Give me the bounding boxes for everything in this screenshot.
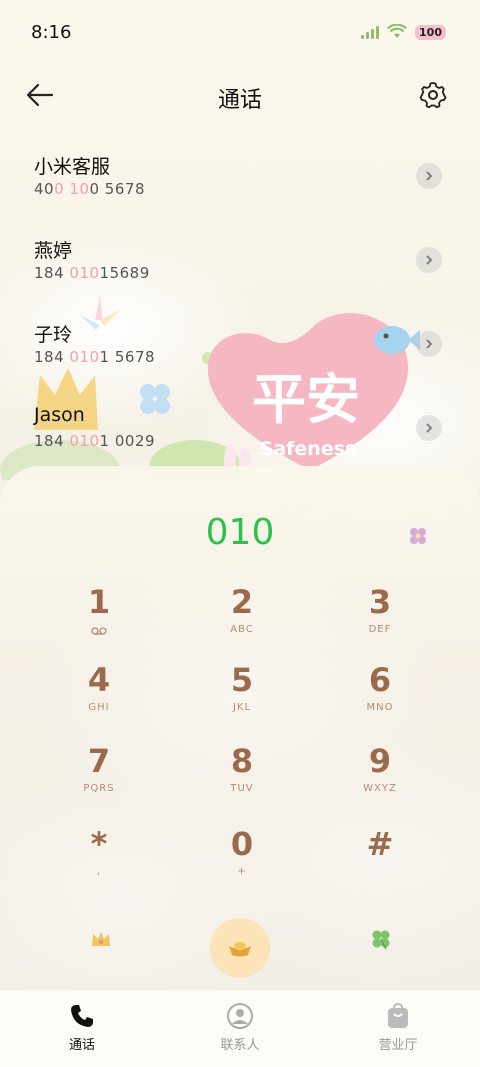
contact-name: Jason — [34, 404, 85, 426]
contact-number: 400 100 5678 — [34, 180, 145, 198]
dialpad-panel: 010 1 2 ABC 3 DEF 4 GHI 5 JKL 6 MNO 7 PQ… — [0, 466, 480, 990]
battery-indicator: 100 — [415, 24, 446, 40]
tab-calls[interactable]: 通话 — [2, 990, 162, 1067]
settings-button[interactable] — [418, 80, 448, 110]
dial-key-4[interactable]: 4 GHI — [39, 662, 159, 732]
dial-key-1[interactable]: 1 — [39, 584, 159, 654]
tab-contacts-label: 联系人 — [220, 1038, 260, 1053]
dial-key-9[interactable]: 9 WXYZ — [320, 743, 440, 813]
dial-key-2[interactable]: 2 ABC — [182, 584, 302, 654]
dial-key-3[interactable]: 3 DEF — [320, 584, 440, 654]
dial-key-8[interactable]: 8 TUV — [182, 743, 302, 813]
call-button[interactable] — [210, 918, 270, 978]
crown-icon — [92, 932, 110, 946]
tab-service-hall-label: 营业厅 — [378, 1038, 418, 1053]
shopping-bag-icon — [388, 1002, 408, 1028]
status-time: 8:16 — [31, 22, 72, 43]
dial-key-star[interactable]: * , — [39, 826, 159, 896]
tab-contacts[interactable]: 联系人 — [160, 990, 320, 1067]
crown-button[interactable] — [86, 924, 116, 954]
contact-number: 184 01015689 — [34, 264, 150, 282]
dial-key-7[interactable]: 7 PQRS — [39, 743, 159, 813]
contact-detail-button[interactable] — [416, 331, 442, 357]
tab-calls-label: 通话 — [68, 1038, 95, 1053]
clover-button[interactable] — [366, 924, 396, 954]
contact-name: 小米客服 — [34, 156, 111, 178]
dial-key-hash[interactable]: # — [320, 826, 440, 896]
bottom-navigation: 通话 联系人 营业厅 — [0, 990, 480, 1067]
wifi-icon — [387, 24, 408, 38]
voicemail-icon — [91, 627, 107, 635]
contact-name: 子玲 — [34, 324, 73, 346]
contact-number: 184 0101 0029 — [34, 432, 156, 450]
person-icon — [227, 1003, 253, 1029]
dial-key-6[interactable]: 6 MNO — [320, 662, 440, 732]
page-title: 通话 — [217, 88, 262, 113]
chevron-right-icon — [426, 171, 433, 181]
signal-icon — [361, 25, 380, 39]
contact-detail-button[interactable] — [416, 247, 442, 273]
dial-key-5[interactable]: 5 JKL — [182, 662, 302, 732]
contact-item[interactable]: Jason 184 0101 0029 — [0, 376, 480, 460]
gear-icon — [419, 82, 447, 109]
chevron-right-icon — [426, 339, 433, 349]
status-icons: 100 — [361, 24, 446, 40]
chevron-right-icon — [426, 255, 433, 265]
contact-item[interactable]: 燕婷 184 01015689 — [0, 208, 480, 292]
contact-item[interactable]: 小米客服 400 100 5678 — [0, 124, 480, 208]
contact-detail-button[interactable] — [416, 163, 442, 189]
tab-service-hall[interactable]: 营业厅 — [318, 990, 478, 1067]
status-bar: 8:16 100 — [0, 0, 480, 66]
contact-name: 燕婷 — [34, 240, 73, 262]
gold-ingot-call-icon — [229, 942, 251, 957]
header: 通话 — [0, 66, 480, 124]
phone-icon — [71, 1005, 93, 1027]
flower-delete-icon — [410, 528, 426, 544]
contact-number: 184 0101 5678 — [34, 348, 156, 366]
clover-icon — [372, 930, 390, 950]
contact-detail-button[interactable] — [416, 415, 442, 441]
chevron-right-icon — [426, 423, 433, 433]
contact-item[interactable]: 子玲 184 0101 5678 — [0, 292, 480, 376]
delete-button[interactable] — [408, 526, 428, 546]
contact-suggestion-list: 小米客服 400 100 5678 燕婷 184 01015689 子玲 184… — [0, 124, 480, 460]
dial-key-0[interactable]: 0 + — [182, 826, 302, 896]
